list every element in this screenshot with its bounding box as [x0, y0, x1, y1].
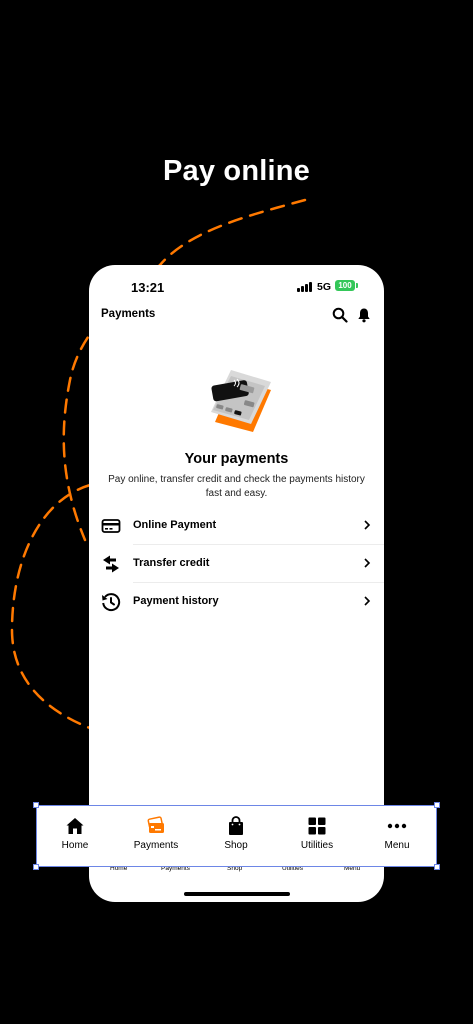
status-time: 13:21 — [131, 280, 165, 295]
menu-item-label: Transfer credit — [133, 557, 210, 569]
home-icon — [66, 818, 84, 834]
signal-icon — [297, 282, 313, 292]
hero-description: Pay online, transfer credit and check th… — [108, 474, 365, 499]
zoomed-navigation-bar: Home Payments Shop Utilities Menu — [36, 805, 437, 867]
status-bar: 13:21 5G 100 — [89, 265, 384, 309]
nav-menu[interactable]: Menu — [362, 812, 432, 860]
selection-handle[interactable] — [434, 802, 440, 808]
shopping-bag-icon — [229, 816, 243, 835]
menu-item-online-payment[interactable]: Online Payment — [89, 507, 384, 544]
search-icon[interactable] — [332, 307, 348, 323]
history-clock-icon — [102, 593, 121, 612]
bell-icon[interactable] — [357, 307, 371, 323]
transfer-arrows-icon — [103, 555, 119, 573]
payment-terminal-illustration — [211, 370, 271, 432]
nav-payments[interactable]: Payments — [121, 812, 191, 860]
menu-item-label: Online Payment — [133, 519, 217, 531]
nav-label: Home — [61, 840, 89, 851]
nav-label: Shop — [224, 840, 248, 851]
grid-icon — [308, 817, 326, 835]
nav-label: Menu — [384, 840, 410, 851]
page-title: Payments — [101, 308, 156, 320]
battery-icon: 100 — [335, 280, 358, 291]
bottom-tab-bar: Home Payments Shop Utilities Menu — [89, 865, 384, 881]
nav-home[interactable]: Home — [40, 812, 110, 860]
credit-card-icon — [101, 519, 121, 533]
chevron-right-icon — [364, 520, 371, 530]
payment-cards-icon — [147, 816, 164, 833]
menu-item-transfer-credit[interactable]: Transfer credit — [89, 545, 384, 582]
nav-shop[interactable]: Shop — [201, 812, 271, 860]
network-label: 5G — [317, 281, 332, 293]
selection-handle[interactable] — [33, 802, 39, 808]
menu-item-label: Payment history — [133, 595, 219, 607]
chevron-right-icon — [364, 596, 371, 606]
selection-handle[interactable] — [33, 864, 39, 870]
nav-utilities[interactable]: Utilities — [282, 812, 352, 860]
home-indicator — [184, 892, 290, 896]
hero-title: Your payments — [184, 451, 289, 467]
headline: Pay online — [162, 155, 311, 187]
selection-handle[interactable] — [434, 864, 440, 870]
menu-item-payment-history[interactable]: Payment history — [89, 583, 384, 620]
nav-label: Utilities — [300, 840, 334, 851]
more-dots-icon — [387, 823, 407, 829]
nav-label: Payments — [133, 840, 179, 851]
chevron-right-icon — [364, 558, 371, 568]
